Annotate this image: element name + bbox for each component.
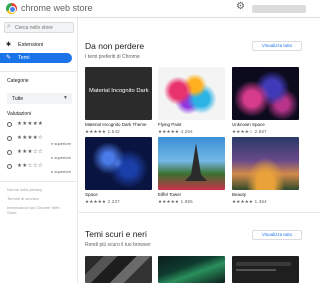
ratings-label: Valutazioni bbox=[7, 111, 32, 117]
theme-name[interactable]: Flying Paint bbox=[158, 122, 182, 127]
theme-rating: ★★★★★ 2.237 bbox=[85, 199, 120, 205]
gear-icon[interactable]: ⚙ bbox=[236, 1, 245, 12]
rating-suffix: e superiore bbox=[51, 141, 72, 146]
rating-count: 4.264 bbox=[180, 129, 193, 134]
rating-filter-2[interactable]: ★★☆☆☆ e superiore bbox=[7, 163, 75, 175]
stars: ★★☆☆☆ bbox=[17, 163, 44, 169]
browser-tab-bar bbox=[236, 262, 291, 266]
stars: ★★★★★ bbox=[85, 129, 107, 134]
rating-suffix: e superiore bbox=[51, 169, 72, 174]
stars: ★★★☆☆ bbox=[17, 149, 44, 155]
theme-thumbnail[interactable]: Material Incognito Dark bbox=[85, 67, 152, 120]
category-select[interactable]: Tutte ▼ bbox=[7, 93, 72, 104]
categories-label: Categorie bbox=[7, 78, 29, 84]
theme-thumbnail[interactable] bbox=[232, 67, 299, 120]
theme-card-unknown-space[interactable]: Unknown Space ★★★★☆ 2.567 bbox=[232, 67, 299, 134]
stars: ★★★★★ bbox=[232, 199, 254, 204]
theme-name[interactable]: Eiffel Tower bbox=[158, 192, 181, 197]
top-bar: chrome web store ⚙ bbox=[0, 0, 320, 18]
theme-name[interactable]: Unknown Space bbox=[232, 122, 265, 127]
search-box[interactable]: ⌕ bbox=[4, 22, 74, 33]
theme-name[interactable]: Space bbox=[85, 192, 98, 197]
search-input[interactable] bbox=[15, 23, 73, 32]
section-divider bbox=[78, 212, 320, 213]
section-title: Temi scuri e neri bbox=[85, 229, 147, 239]
theme-rating: ★★★★★ 1.955 bbox=[158, 199, 193, 205]
stars: ★★★★☆ bbox=[17, 135, 44, 141]
stars: ★★★★★ bbox=[158, 129, 180, 134]
rating-count: 2.237 bbox=[107, 199, 120, 204]
stars: ★★★★★ bbox=[17, 121, 44, 127]
theme-card-beauty[interactable]: Beauty ★★★★★ 1.364 bbox=[232, 137, 299, 204]
theme-thumbnail[interactable] bbox=[232, 137, 299, 190]
section-subtitle: I temi preferiti di Chrome bbox=[85, 54, 140, 60]
chevron-down-icon: ▼ bbox=[63, 95, 68, 101]
theme-thumbnail[interactable] bbox=[85, 256, 152, 283]
theme-thumbnail[interactable] bbox=[158, 137, 225, 190]
sidebar: ⌕ ✱ Estensioni ✎ Temi Categorie Tutte ▼ … bbox=[0, 18, 78, 283]
stars: ★★★★☆ bbox=[232, 129, 254, 134]
theme-card-eiffel-tower[interactable]: Eiffel Tower ★★★★★ 1.955 bbox=[158, 137, 225, 204]
privacy-link[interactable]: Norme sulla privacy bbox=[7, 187, 67, 192]
puzzle-icon: ✱ bbox=[6, 42, 12, 48]
rating-count: 2.567 bbox=[254, 129, 267, 134]
rating-count: 1.364 bbox=[254, 199, 267, 204]
theme-rating: ★★★★★ 4.264 bbox=[158, 129, 193, 135]
theme-thumbnail[interactable] bbox=[85, 137, 152, 190]
radio-button[interactable] bbox=[7, 150, 12, 155]
chrome-web-store-logo[interactable] bbox=[6, 3, 17, 14]
theme-card-space[interactable]: Space ★★★★★ 2.237 bbox=[85, 137, 152, 204]
theme-rating: ★★★★★ 1.542 bbox=[85, 129, 120, 135]
nav-item-label: Estensioni bbox=[18, 42, 44, 48]
radio-button[interactable] bbox=[7, 122, 12, 127]
store-title[interactable]: chrome web store bbox=[21, 3, 93, 13]
nav-item-themes[interactable]: ✎ Temi bbox=[0, 53, 72, 63]
section-subtitle: Rendi più scuro il tuo browser bbox=[85, 242, 151, 248]
theme-thumbnail[interactable] bbox=[158, 256, 225, 283]
theme-card-material-incognito[interactable]: Material Incognito Dark Material Incogni… bbox=[85, 67, 152, 134]
nav-item-extensions[interactable]: ✱ Estensioni bbox=[0, 40, 72, 50]
tower-base-shape bbox=[185, 175, 207, 181]
theme-thumbnail[interactable] bbox=[158, 67, 225, 120]
theme-thumbnail[interactable] bbox=[232, 256, 299, 283]
terms-link[interactable]: Termini di servizio bbox=[7, 196, 67, 201]
about-link[interactable]: Informazioni sul Chrome Web Store bbox=[7, 205, 67, 215]
nav-item-label: Temi bbox=[18, 55, 30, 61]
theme-rating: ★★★★★ 1.364 bbox=[232, 199, 267, 205]
divider bbox=[0, 181, 78, 182]
category-value: Tutte bbox=[12, 96, 24, 102]
view-all-button[interactable]: Visualizza tutto bbox=[252, 230, 302, 240]
rating-suffix: e superiore bbox=[51, 155, 72, 160]
rating-filter-4[interactable]: ★★★★☆ e superiore bbox=[7, 135, 75, 147]
divider bbox=[0, 71, 78, 72]
theme-name[interactable]: Beauty bbox=[232, 192, 246, 197]
section-title: Da non perdere bbox=[85, 41, 145, 51]
theme-card-flying-paint[interactable]: Flying Paint ★★★★★ 4.264 bbox=[158, 67, 225, 134]
view-all-button[interactable]: Visualizza tutto bbox=[252, 41, 302, 51]
thumbnail-caption: Material Incognito Dark bbox=[89, 88, 149, 94]
radio-button[interactable] bbox=[7, 136, 12, 141]
rating-filter-5[interactable]: ★★★★★ bbox=[7, 121, 75, 133]
rating-count: 1.542 bbox=[107, 129, 120, 134]
stars: ★★★★★ bbox=[85, 199, 107, 204]
theme-rating: ★★★★☆ 2.567 bbox=[232, 129, 267, 135]
rating-count: 1.955 bbox=[180, 199, 193, 204]
browser-address-bar bbox=[236, 269, 276, 271]
brush-icon: ✎ bbox=[6, 55, 12, 61]
stars: ★★★★★ bbox=[158, 199, 180, 204]
radio-button[interactable] bbox=[7, 164, 12, 169]
rating-filter-3[interactable]: ★★★☆☆ e superiore bbox=[7, 149, 75, 161]
search-icon: ⌕ bbox=[7, 23, 11, 30]
theme-name[interactable]: Material Incognito Dark Theme bbox=[85, 122, 146, 127]
account-name[interactable] bbox=[252, 5, 306, 13]
